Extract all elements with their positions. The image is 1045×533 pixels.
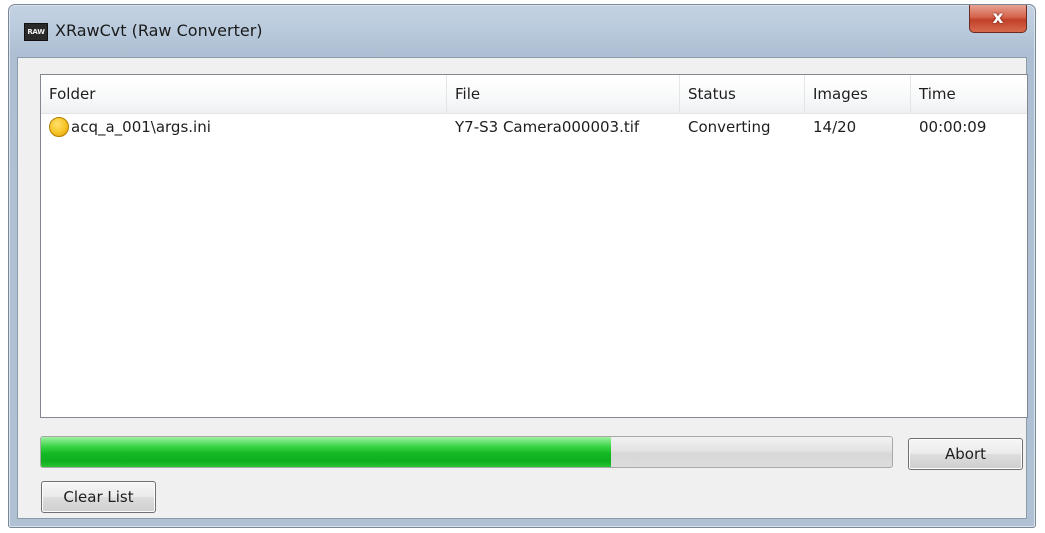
app-window: RAW XRawCvt (Raw Converter) x Folder Fil… — [8, 4, 1036, 528]
column-header-folder[interactable]: Folder — [41, 75, 447, 113]
clear-list-button[interactable]: Clear List — [41, 481, 156, 513]
column-header-images[interactable]: Images — [805, 75, 911, 113]
raw-app-icon: RAW — [24, 23, 48, 41]
title-bar[interactable]: RAW XRawCvt (Raw Converter) x — [9, 5, 1035, 57]
column-header-file[interactable]: File — [447, 75, 680, 113]
conversion-list[interactable]: Folder File Status Images Time acq_a_001… — [40, 74, 1028, 418]
conversion-progress-bar — [40, 436, 893, 468]
abort-button[interactable]: Abort — [908, 438, 1023, 470]
cell-images: 14/20 — [813, 118, 857, 136]
list-row[interactable]: acq_a_001\args.ini Y7-S3 Camera000003.ti… — [41, 114, 1027, 140]
cell-status: Converting — [688, 118, 771, 136]
window-title: XRawCvt (Raw Converter) — [55, 21, 263, 40]
client-area: Folder File Status Images Time acq_a_001… — [17, 57, 1028, 519]
cell-folder: acq_a_001\args.ini — [71, 118, 211, 136]
column-header-status[interactable]: Status — [680, 75, 805, 113]
cell-file: Y7-S3 Camera000003.tif — [455, 118, 640, 136]
list-header: Folder File Status Images Time — [41, 75, 1027, 114]
cell-time: 00:00:09 — [919, 118, 987, 136]
close-button[interactable]: x — [969, 5, 1027, 33]
progress-bar-fill — [41, 437, 612, 467]
column-header-time[interactable]: Time — [911, 75, 1027, 113]
